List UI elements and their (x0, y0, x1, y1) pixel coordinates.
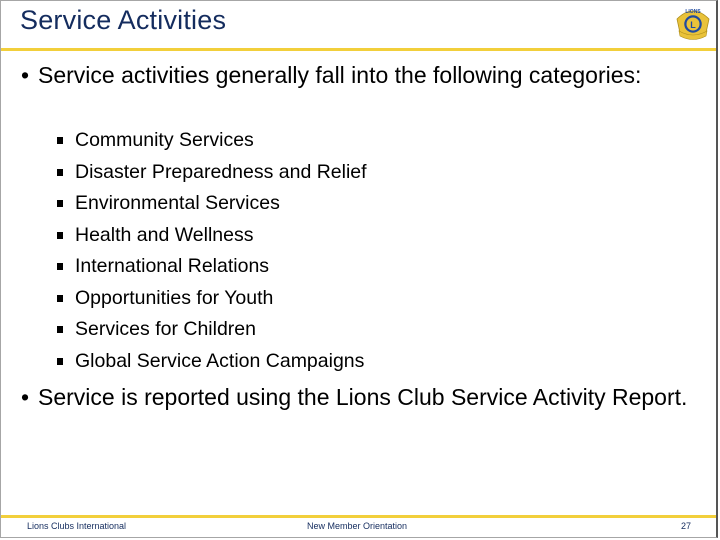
sub-item-text: Community Services (75, 129, 254, 151)
bullet-item: • Service is reported using the Lions Cl… (21, 383, 691, 412)
footer-presentation-title: New Member Orientation (307, 521, 408, 531)
page-number: 27 (681, 521, 692, 531)
sub-item-text: Services for Children (75, 318, 256, 340)
sub-item-text: Global Service Action Campaigns (75, 349, 365, 372)
square-bullet-icon (57, 263, 63, 270)
sub-list-item: Global Service Action Campaigns (57, 349, 364, 373)
square-bullet-icon (57, 137, 63, 144)
slide: Service Activities L LIONS • Service act… (0, 0, 718, 538)
sub-list-item: Opportunities for Youth (57, 286, 273, 310)
sub-item-text: Environmental Services (75, 192, 280, 214)
sub-list-item: Health and Wellness (57, 223, 254, 247)
bullet-text: Service activities generally fall into t… (38, 62, 642, 88)
square-bullet-icon (57, 231, 63, 239)
square-bullet-icon (57, 357, 63, 365)
sub-list-item: Disaster Preparedness and Relief (57, 160, 367, 184)
svg-text:LIONS: LIONS (685, 9, 701, 15)
title-divider (1, 48, 716, 51)
sub-list-item: International Relations (57, 254, 269, 278)
bullet-icon: • (21, 62, 30, 88)
footer-divider (1, 515, 716, 518)
bullet-text: Service is reported using the Lions Club… (38, 384, 688, 410)
sub-list-item: Services for Children (57, 317, 256, 341)
square-bullet-icon (57, 200, 63, 207)
sub-item-text: Disaster Preparedness and Relief (75, 160, 367, 183)
square-bullet-icon (57, 326, 63, 333)
sub-item-text: Health and Wellness (75, 223, 254, 246)
bullet-icon: • (21, 384, 30, 410)
footer-organization: Lions Clubs International (27, 521, 127, 531)
square-bullet-icon (57, 294, 63, 302)
sub-item-text: International Relations (75, 255, 270, 277)
sub-list-item: Community Services (57, 128, 254, 152)
lions-clubs-emblem-icon: L LIONS (676, 9, 710, 40)
svg-text:L: L (690, 20, 696, 30)
sub-item-text: Opportunities for Youth (75, 286, 274, 309)
bullet-item: • Service activities generally fall into… (21, 61, 691, 90)
square-bullet-icon (57, 168, 63, 176)
sub-list-item: Environmental Services (57, 191, 280, 215)
slide-title: Service Activities (20, 5, 227, 35)
